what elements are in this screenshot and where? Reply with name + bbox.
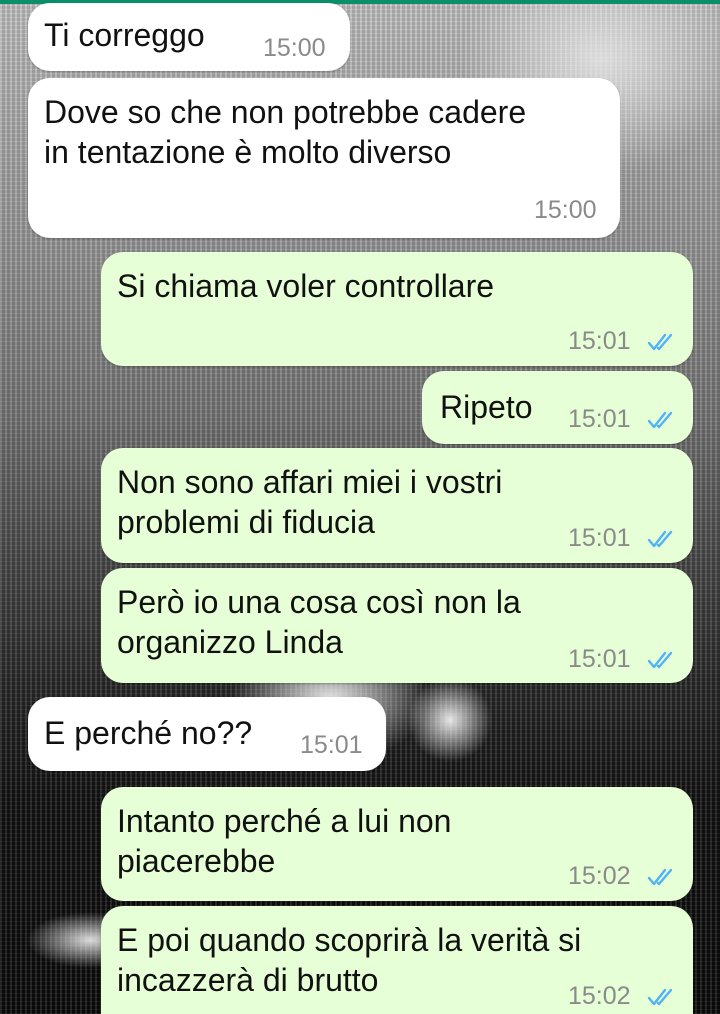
message-text: E poi quando scoprirà la verità si incaz… [117,922,582,998]
message-bubble-incoming[interactable]: E perché no?? 15:01 [28,697,386,771]
message-bubble-incoming[interactable]: Dove so che non potrebbe cadere in tenta… [28,78,620,238]
message-bubble-outgoing[interactable]: Intanto perché a lui non piacerebbe 15:0… [101,787,693,901]
message-text: Dove so che non potrebbe cadere in tenta… [44,94,527,170]
message-bubble-incoming[interactable]: Ti correggo 15:00 [28,3,350,71]
message-time: 15:00 [534,196,597,224]
message-text: Ti correggo [44,17,205,53]
message-time: 15:01 [568,405,631,433]
double-check-read-icon [647,987,679,1007]
message-time: 15:01 [568,327,631,355]
message-bubble-outgoing[interactable]: Ripeto 15:01 [422,371,693,444]
message-time: 15:01 [568,645,631,673]
double-check-read-icon [647,332,679,352]
message-bubble-outgoing[interactable]: E poi quando scoprirà la verità si incaz… [101,906,693,1014]
message-bubble-outgoing[interactable]: Però io una cosa così non la organizzo L… [101,568,693,683]
double-check-read-icon [647,867,679,887]
double-check-read-icon [647,650,679,670]
message-bubble-outgoing[interactable]: Non sono affari miei i vostri problemi d… [101,448,693,563]
message-text: Non sono affari miei i vostri problemi d… [117,464,503,540]
message-time: 15:02 [568,862,631,890]
message-text: Però io una cosa così non la organizzo L… [117,584,521,660]
message-time: 15:01 [300,731,363,759]
message-bubble-outgoing[interactable]: Si chiama voler controllare 15:01 [101,252,693,366]
message-text: Ripeto [440,389,533,425]
message-text: Intanto perché a lui non piacerebbe [117,803,452,879]
message-text: E perché no?? [44,715,253,751]
double-check-read-icon [647,529,679,549]
message-text: Si chiama voler controllare [117,268,495,304]
double-check-read-icon [647,410,679,430]
message-time: 15:00 [263,34,326,62]
message-time: 15:01 [568,524,631,552]
message-time: 15:02 [568,982,631,1010]
